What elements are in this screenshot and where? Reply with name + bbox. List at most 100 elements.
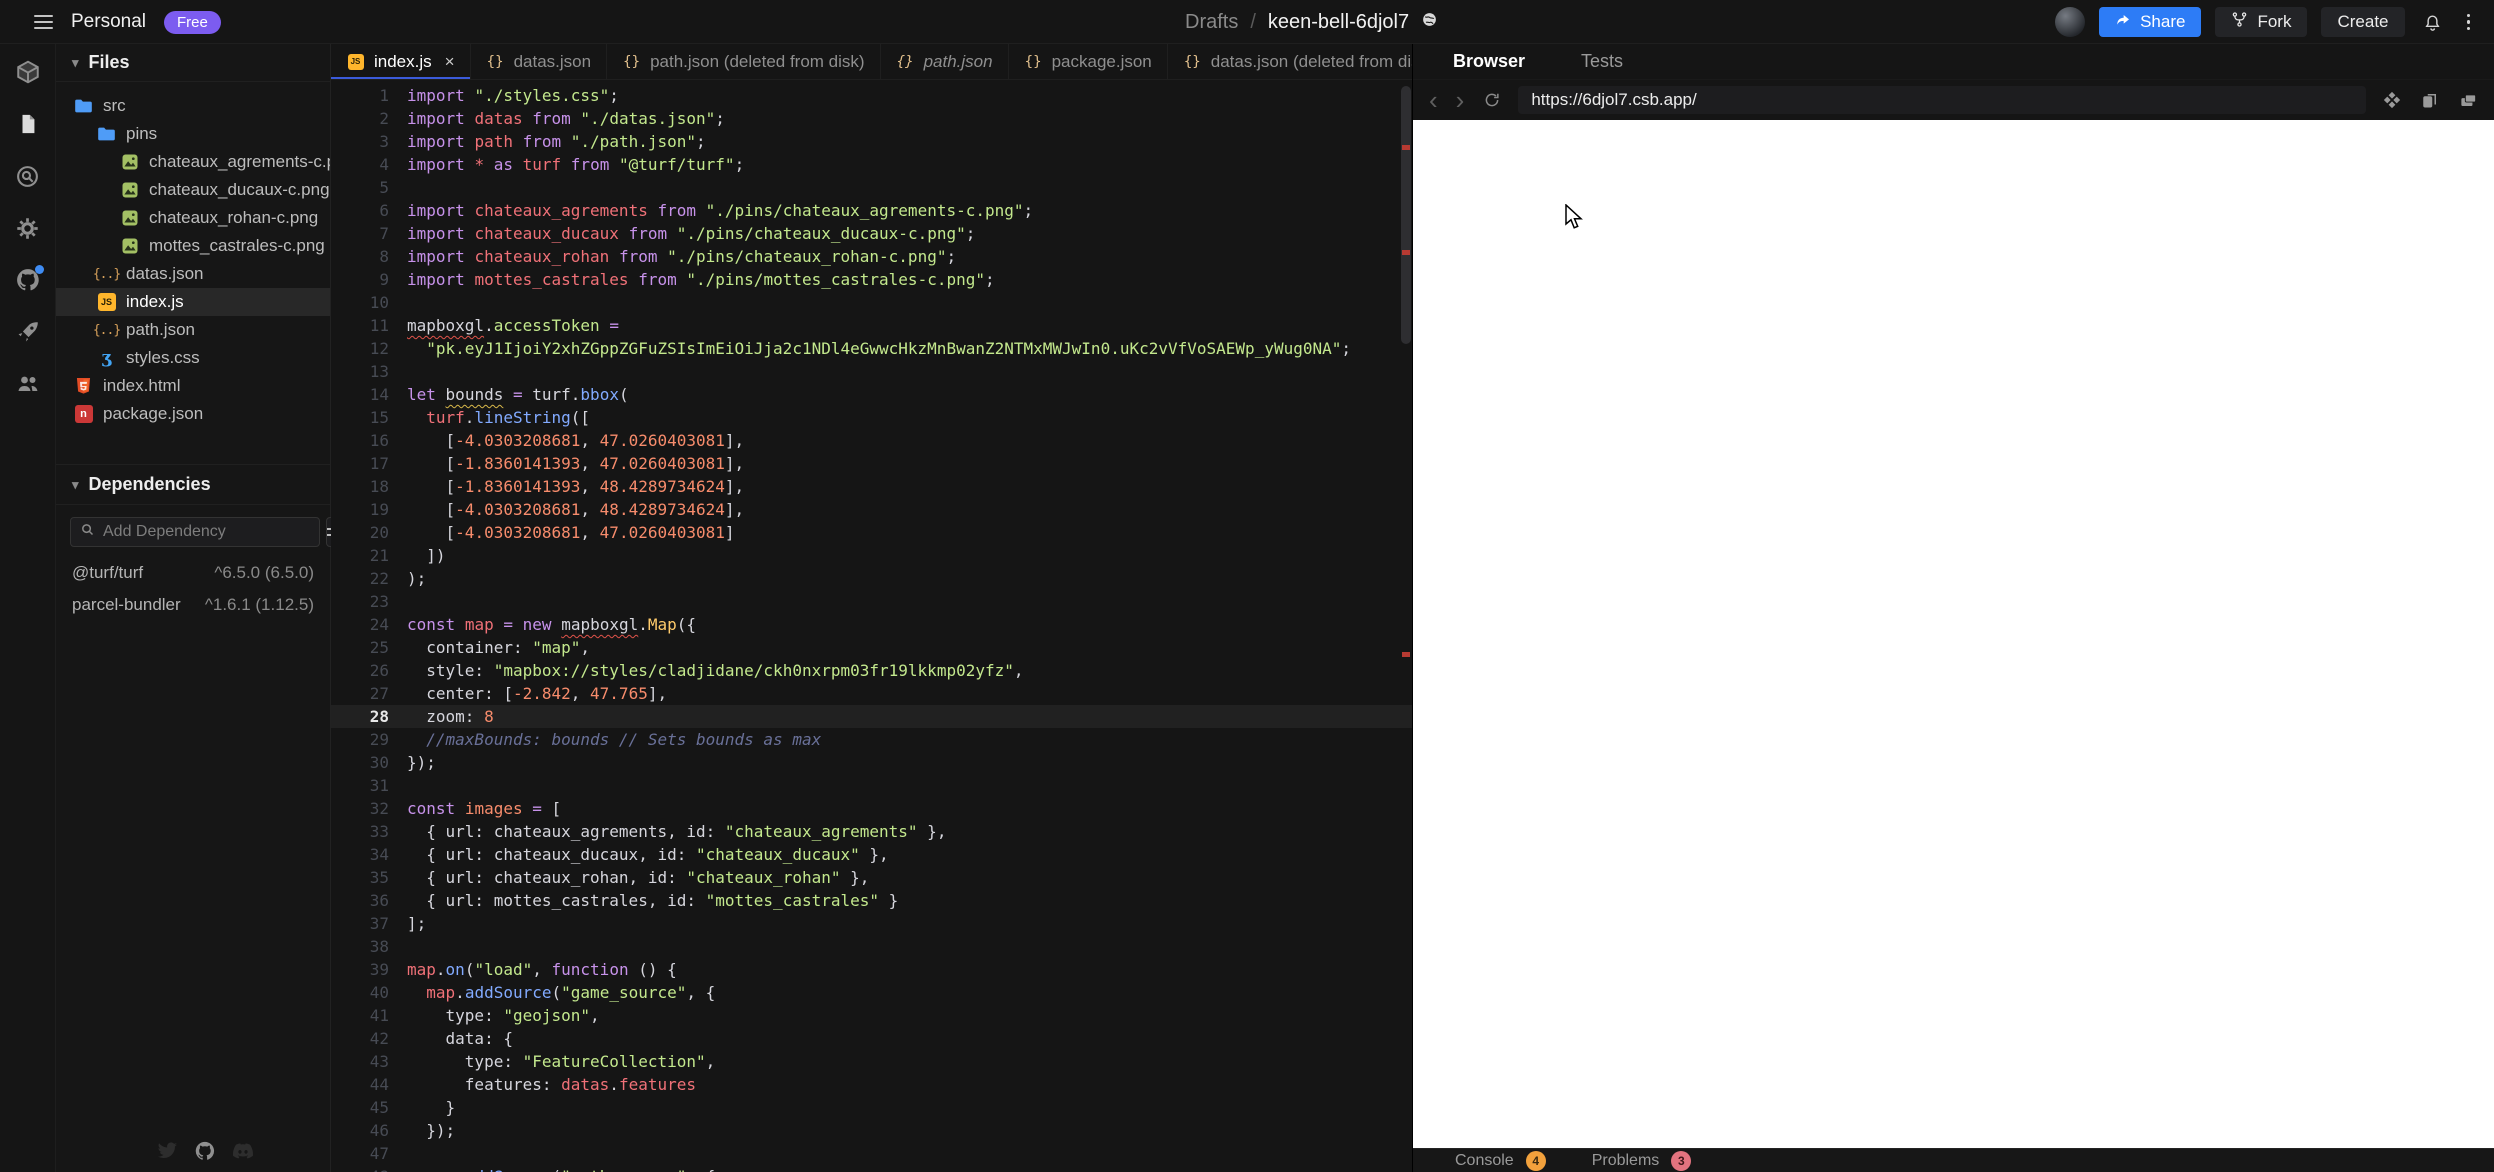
forward-icon[interactable]: › (1454, 87, 1467, 113)
line-number: 5 (379, 178, 389, 197)
file-path.json[interactable]: {..} path.json (56, 316, 330, 344)
tab-browser[interactable]: Browser (1453, 51, 1525, 72)
line-number: 22 (369, 569, 389, 588)
notification-dot (34, 265, 44, 274)
close-icon[interactable]: × (445, 52, 455, 72)
file-datas.json[interactable]: {..} datas.json (56, 260, 330, 288)
code-area[interactable]: 1 import "./styles.css"; 2 import datas fro… (331, 80, 1412, 1172)
console-tab[interactable]: Console 4 (1455, 1150, 1546, 1171)
dependencies-header-label: Dependencies (88, 474, 211, 494)
tab-datas.json (deleted from disk)[interactable]: {} datas.json (deleted from disk) (1168, 44, 1450, 79)
tab-index.js[interactable]: JS index.js × (331, 44, 471, 79)
add-dependency-field[interactable] (70, 517, 320, 547)
editor-scrollbar[interactable] (1401, 86, 1411, 344)
file-explorer-icon[interactable] (15, 111, 41, 137)
file-chateaux_agrements-c.png[interactable]: chateaux_agrements-c.png (56, 148, 330, 176)
tab-label: package.json (1051, 51, 1152, 71)
file-styles.css[interactable]: ʒ styles.css (56, 344, 330, 372)
json-file-icon: {..} (92, 266, 121, 282)
line-content: [-4.0303208681, 47.0260403081] (407, 523, 735, 542)
line-content: //maxBounds: bounds // Sets bounds as ma… (407, 730, 822, 749)
line-content: import chateaux_rohan from "./pins/chate… (407, 247, 957, 266)
dependency-parcel-bundler[interactable]: parcel-bundler ^1.6.1 (1.12.5) (56, 589, 330, 621)
code-line-19: 19 [-4.0303208681, 48.4289734624], (331, 498, 1412, 521)
tab-tests[interactable]: Tests (1581, 51, 1623, 72)
json-file-icon: {} (486, 53, 504, 70)
dependency-version: ^6.5.0 (6.5.0) (214, 563, 314, 582)
breadcrumb-drafts[interactable]: Drafts (1185, 11, 1238, 34)
github-icon[interactable] (15, 265, 44, 293)
line-number: 25 (369, 638, 389, 657)
duplicate-preview-icon[interactable] (2456, 88, 2480, 112)
file-package.json[interactable]: n package.json (56, 400, 330, 428)
line-content: }); (407, 1121, 456, 1140)
code-line-9: 9 import mottes_castrales from "./pins/mo… (331, 268, 1412, 291)
code-line-26: 26 style: "mapbox://styles/cladjidane/ck… (331, 659, 1412, 682)
line-content: [-1.8360141393, 48.4289734624], (407, 477, 745, 496)
editor: JS index.js × {} datas.json {} path.json (dele… (331, 44, 1616, 1172)
code-line-11: 11 mapboxgl.accessToken = (331, 314, 1412, 337)
sandbox-title[interactable]: keen-bell-6djol7 (1268, 11, 1409, 34)
line-content: "pk.eyJ1IjoiY2xhZGppZGFuZSIsImEiOiJja2c1… (426, 339, 1352, 358)
code-line-14: 14 let bounds = turf.bbox( (331, 383, 1412, 406)
add-dependency-input[interactable] (103, 523, 310, 541)
dependency-@turf/turf[interactable]: @turf/turf ^6.5.0 (6.5.0) (56, 557, 330, 589)
line-number: 8 (379, 247, 389, 266)
code-line-42: 42 data: { (331, 1027, 1412, 1050)
visibility-globe-icon[interactable] (1421, 11, 1438, 34)
file-pins[interactable]: pins (56, 120, 330, 148)
tab-package.json[interactable]: {} package.json (1009, 44, 1168, 79)
create-button[interactable]: Create (2321, 7, 2405, 37)
code-line-44: 44 features: datas.features (331, 1073, 1412, 1096)
sandbox-cube-icon[interactable] (15, 59, 41, 85)
code-line-13: 13 (331, 360, 1412, 383)
discord-icon[interactable] (232, 1140, 254, 1162)
menu-icon[interactable] (34, 15, 53, 29)
line-number: 16 (369, 431, 389, 450)
dependencies-section-header[interactable]: ▾ Dependencies (56, 465, 330, 505)
gear-icon[interactable] (15, 215, 41, 241)
code-line-39: 39 map.on("load", function () { (331, 958, 1412, 981)
file-chateaux_rohan-c.png[interactable]: chateaux_rohan-c.png (56, 204, 330, 232)
tab-path.json (deleted from disk)[interactable]: {} path.json (deleted from disk) (607, 44, 881, 79)
github-icon[interactable] (194, 1140, 216, 1162)
url-input[interactable] (1518, 86, 2366, 114)
fork-button[interactable]: Fork (2215, 7, 2308, 37)
share-button[interactable]: Share (2099, 7, 2202, 37)
file-src[interactable]: src (56, 92, 330, 120)
line-content: { url: chateaux_ducaux, id: "chateaux_du… (407, 845, 889, 864)
line-content: map.addSource("path_source", { (407, 1165, 715, 1172)
problems-tab[interactable]: Problems 3 (1592, 1150, 1692, 1171)
file-chateaux_ducaux-c.png[interactable]: chateaux_ducaux-c.png (56, 176, 330, 204)
npm-file-icon: n (74, 405, 93, 424)
users-icon[interactable] (15, 371, 41, 397)
tab-label: index.js (374, 51, 432, 71)
files-section-header[interactable]: ▾ Files (56, 44, 330, 82)
preview-viewport[interactable] (1413, 120, 2494, 1148)
code-line-7: 7 import chateaux_ducaux from "./pins/cha… (331, 222, 1412, 245)
preview-actions-icon[interactable] (2380, 88, 2404, 112)
file-mottes_castrales-c.png[interactable]: mottes_castrales-c.png (56, 232, 330, 260)
line-content: features: datas.features (407, 1075, 696, 1094)
fork-button-label: Fork (2257, 12, 2292, 31)
file-label: index.js (126, 292, 184, 311)
notifications-bell-icon[interactable] (2419, 8, 2447, 36)
code-line-30: 30}); (331, 751, 1412, 774)
twitter-icon[interactable] (156, 1140, 178, 1162)
search-icon[interactable] (15, 163, 41, 189)
chevron-down-icon: ▾ (72, 476, 79, 492)
more-menu-icon[interactable] (2461, 13, 2477, 31)
back-icon[interactable]: ‹ (1427, 87, 1440, 113)
tab-path.json[interactable]: {} path.json (881, 44, 1009, 79)
open-new-window-icon[interactable] (2418, 88, 2442, 112)
code-line-15: 15 turf.lineString([ (331, 406, 1412, 429)
avatar[interactable] (2055, 7, 2086, 37)
tab-datas.json[interactable]: {} datas.json (471, 44, 608, 79)
workspace-name[interactable]: Personal (71, 11, 146, 33)
line-content: type: "geojson", (407, 1006, 600, 1025)
rocket-deploy-icon[interactable] (15, 319, 41, 345)
file-index.html[interactable]: index.html (56, 372, 330, 400)
file-index.js[interactable]: JS index.js (56, 288, 330, 316)
reload-icon[interactable] (1480, 88, 1504, 112)
dependency-name: @turf/turf (72, 563, 144, 582)
